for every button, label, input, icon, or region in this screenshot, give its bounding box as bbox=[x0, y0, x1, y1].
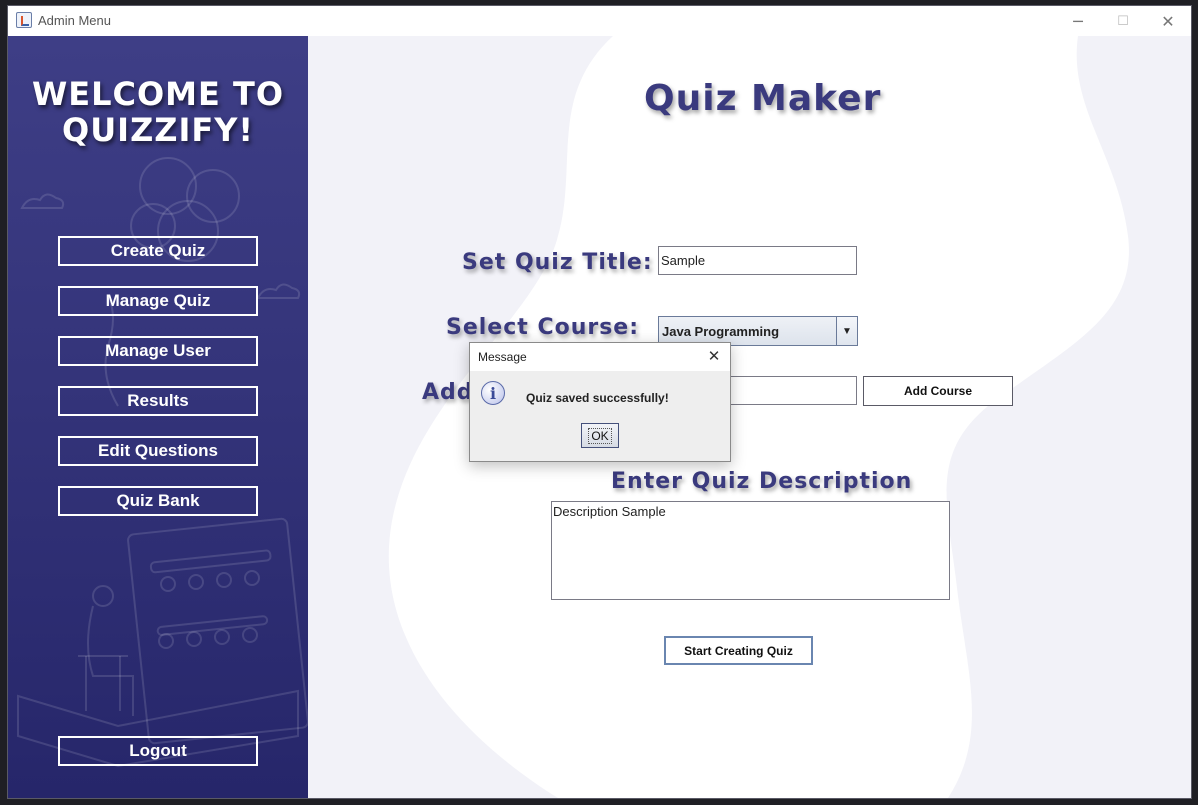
welcome-line-1: WELCOME TO bbox=[31, 75, 285, 113]
chevron-down-icon[interactable]: ▼ bbox=[836, 317, 857, 345]
dialog-message: Quiz saved successfully! bbox=[526, 391, 669, 405]
page-title: Quiz Maker bbox=[644, 78, 882, 119]
logout-button[interactable]: Logout bbox=[58, 736, 258, 766]
set-quiz-title-label: Set Quiz Title: bbox=[462, 250, 653, 275]
start-creating-quiz-button[interactable]: Start Creating Quiz bbox=[664, 636, 813, 665]
add-course-label: Add bbox=[422, 380, 474, 405]
message-dialog: Message ✕ i Quiz saved successfully! OK bbox=[469, 342, 731, 462]
dialog-title: Message bbox=[478, 350, 527, 364]
java-app-icon bbox=[16, 12, 32, 28]
dialog-close-icon[interactable]: ✕ bbox=[704, 346, 724, 366]
welcome-heading: WELCOME TO QUIZZIFY! bbox=[8, 76, 308, 148]
sidebar: WELCOME TO QUIZZIFY! Create Quiz Manage … bbox=[8, 36, 308, 798]
maximize-button[interactable]: ☐ bbox=[1100, 6, 1146, 36]
results-button[interactable]: Results bbox=[58, 386, 258, 416]
manage-quiz-button[interactable]: Manage Quiz bbox=[58, 286, 258, 316]
edit-questions-button[interactable]: Edit Questions bbox=[58, 436, 258, 466]
add-course-button[interactable]: Add Course bbox=[863, 376, 1013, 406]
manage-user-button[interactable]: Manage User bbox=[58, 336, 258, 366]
dialog-title-bar: Message ✕ bbox=[470, 343, 730, 371]
window-title: Admin Menu bbox=[38, 13, 111, 28]
quiz-maker-panel: Quiz Maker Set Quiz Title: Sample Select… bbox=[308, 36, 1191, 798]
title-bar: Admin Menu ─ ☐ ✕ bbox=[8, 6, 1191, 36]
ok-button-label: OK bbox=[588, 427, 612, 444]
quiz-title-input[interactable]: Sample bbox=[658, 246, 857, 275]
welcome-line-2: QUIZZIFY! bbox=[61, 111, 255, 149]
background-blob bbox=[388, 36, 1129, 798]
select-course-label: Select Course: bbox=[446, 315, 640, 340]
quiz-description-label: Enter Quiz Description bbox=[611, 469, 913, 494]
create-quiz-button[interactable]: Create Quiz bbox=[58, 236, 258, 266]
ok-button[interactable]: OK bbox=[581, 423, 619, 448]
quiz-bank-button[interactable]: Quiz Bank bbox=[58, 486, 258, 516]
minimize-button[interactable]: ─ bbox=[1055, 6, 1101, 36]
selected-course: Java Programming bbox=[662, 324, 780, 339]
close-button[interactable]: ✕ bbox=[1145, 6, 1191, 36]
quiz-description-textarea[interactable]: Description Sample bbox=[551, 501, 950, 600]
sidebar-illustration bbox=[17, 157, 308, 768]
info-icon: i bbox=[481, 381, 505, 405]
